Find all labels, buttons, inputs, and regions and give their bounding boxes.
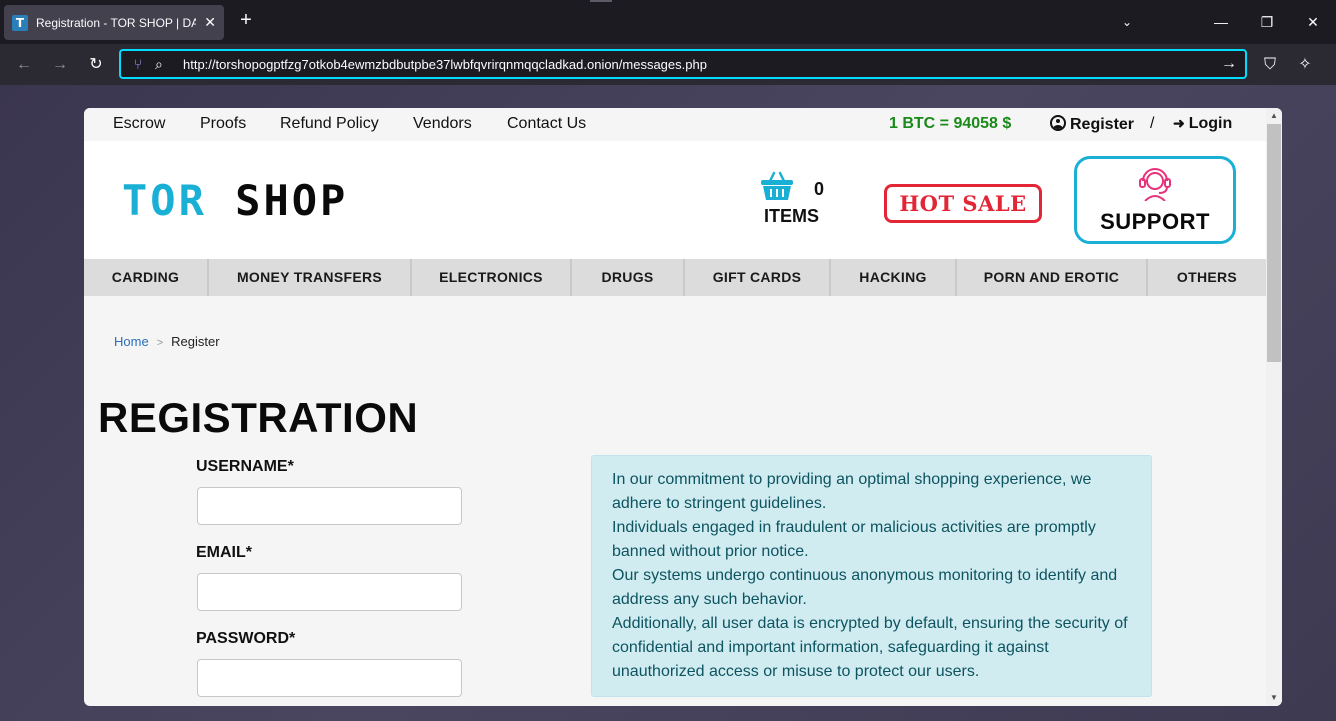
notice-line: In our commitment to providing an optima…: [612, 471, 1092, 512]
notice-line: Individuals engaged in fraudulent or mal…: [612, 519, 1096, 560]
headset-icon: [1139, 168, 1171, 201]
category-hacking[interactable]: HACKING: [831, 259, 957, 296]
breadcrumb-home[interactable]: Home: [114, 334, 149, 349]
category-carding[interactable]: CARDING: [84, 259, 209, 296]
login-link-label: Login: [1188, 115, 1233, 132]
password-label: PASSWORD*: [196, 630, 296, 647]
tab-favicon-icon: T: [12, 14, 28, 31]
page-title: REGISTRATION: [98, 394, 419, 441]
minimize-icon[interactable]: —: [1198, 14, 1244, 30]
cart-count[interactable]: 0: [814, 179, 824, 200]
restore-icon[interactable]: ❐: [1244, 14, 1290, 31]
tab-close-icon[interactable]: ✕: [204, 14, 216, 31]
email-label: EMAIL*: [196, 544, 252, 561]
category-porn-and-erotic[interactable]: PORN AND EROTIC: [957, 259, 1148, 296]
sign-in-icon: ➜: [1173, 115, 1185, 131]
scroll-down-arrow-icon[interactable]: ▼: [1266, 690, 1282, 706]
notice-line: Additionally, all user data is encrypted…: [612, 615, 1128, 680]
username-input[interactable]: [197, 487, 462, 525]
category-nav: CARDING MONEY TRANSFERS ELECTRONICS DRUG…: [84, 259, 1266, 296]
page-scrollbar[interactable]: ▲ ▼: [1266, 108, 1282, 706]
site-logo[interactable]: TOR SHOP: [122, 179, 348, 223]
auth-separator: /: [1150, 115, 1155, 132]
register-link[interactable]: Register: [1050, 115, 1134, 134]
category-money-transfers[interactable]: MONEY TRANSFERS: [209, 259, 412, 296]
close-window-icon[interactable]: ✕: [1290, 14, 1336, 31]
btc-rate: 1 BTC = 94058 $: [889, 115, 1012, 132]
top-link-refund-policy[interactable]: Refund Policy: [280, 115, 379, 133]
category-others[interactable]: OTHERS: [1148, 259, 1266, 296]
web-page: Escrow Proofs Refund Policy Vendors Cont…: [84, 108, 1282, 706]
tab-title: Registration - TOR SHOP | DARK: [36, 15, 196, 30]
support-label: SUPPORT: [1100, 209, 1210, 234]
browser-viewport: Escrow Proofs Refund Policy Vendors Cont…: [0, 85, 1336, 721]
cart-items-label[interactable]: ITEMS: [764, 206, 819, 227]
url-text[interactable]: http://torshopogptfzg7otkob4ewmzbdbutpbe…: [183, 57, 707, 72]
shopping-basket-icon[interactable]: [760, 171, 794, 201]
user-circle-icon: [1050, 115, 1066, 131]
category-drugs[interactable]: DRUGS: [572, 259, 685, 296]
logo-part-tor: TOR: [122, 176, 207, 225]
tab-list-chevron-down-icon[interactable]: ⌄: [1104, 15, 1150, 29]
password-input[interactable]: [197, 659, 462, 697]
username-label: USERNAME*: [196, 458, 294, 475]
shield-icon[interactable]: ⛉: [1258, 53, 1282, 77]
category-electronics[interactable]: ELECTRONICS: [412, 259, 572, 296]
breadcrumb: Home > Register: [114, 334, 220, 349]
logo-part-shop: SHOP: [235, 176, 349, 225]
reload-icon[interactable]: ↻: [84, 53, 108, 77]
browser-nav-bar: ← → ↻ ⑂ ⌕ http://torshopogptfzg7otkob4ew…: [0, 44, 1336, 85]
back-arrow-icon[interactable]: ←: [12, 53, 36, 77]
tor-circuit-icon[interactable]: ⑂: [127, 56, 149, 72]
url-bar[interactable]: ⑂ ⌕ http://torshopogptfzg7otkob4ewmzbdbu…: [119, 49, 1247, 79]
top-links-bar: Escrow Proofs Refund Policy Vendors Cont…: [84, 108, 1266, 141]
category-gift-cards[interactable]: GIFT CARDS: [685, 259, 831, 296]
search-icon: ⌕: [155, 55, 163, 72]
site-header: TOR SHOP 0 ITEMS HOT SALE SUPPORT: [84, 141, 1266, 259]
scroll-up-arrow-icon[interactable]: ▲: [1266, 108, 1282, 124]
browser-tab[interactable]: T Registration - TOR SHOP | DARK ✕: [4, 5, 224, 40]
top-link-vendors[interactable]: Vendors: [413, 115, 472, 133]
breadcrumb-separator: >: [156, 337, 164, 349]
breadcrumb-current: Register: [171, 334, 220, 349]
drag-notch: [590, 0, 612, 2]
window-controls: ⌄ — ❐ ✕: [1104, 0, 1336, 44]
email-input[interactable]: [197, 573, 462, 611]
forward-arrow-icon[interactable]: →: [48, 53, 72, 77]
browser-tab-bar: T Registration - TOR SHOP | DARK ✕ + ⌄ —…: [0, 0, 1336, 44]
new-identity-broom-icon[interactable]: ✧: [1293, 53, 1317, 77]
hot-sale-button[interactable]: HOT SALE: [884, 184, 1042, 223]
support-button[interactable]: SUPPORT: [1074, 156, 1236, 244]
top-link-contact-us[interactable]: Contact Us: [507, 115, 586, 133]
register-link-label: Register: [1070, 116, 1135, 133]
top-link-escrow[interactable]: Escrow: [113, 115, 165, 133]
login-link[interactable]: ➜ Login: [1173, 115, 1232, 133]
new-tab-plus-icon[interactable]: +: [234, 9, 258, 32]
notice-line: Our systems undergo continuous anonymous…: [612, 567, 1118, 608]
go-arrow-icon[interactable]: →: [1221, 55, 1237, 73]
top-link-proofs[interactable]: Proofs: [200, 115, 246, 133]
scrollbar-thumb[interactable]: [1267, 124, 1281, 362]
info-notice: In our commitment to providing an optima…: [591, 455, 1152, 697]
